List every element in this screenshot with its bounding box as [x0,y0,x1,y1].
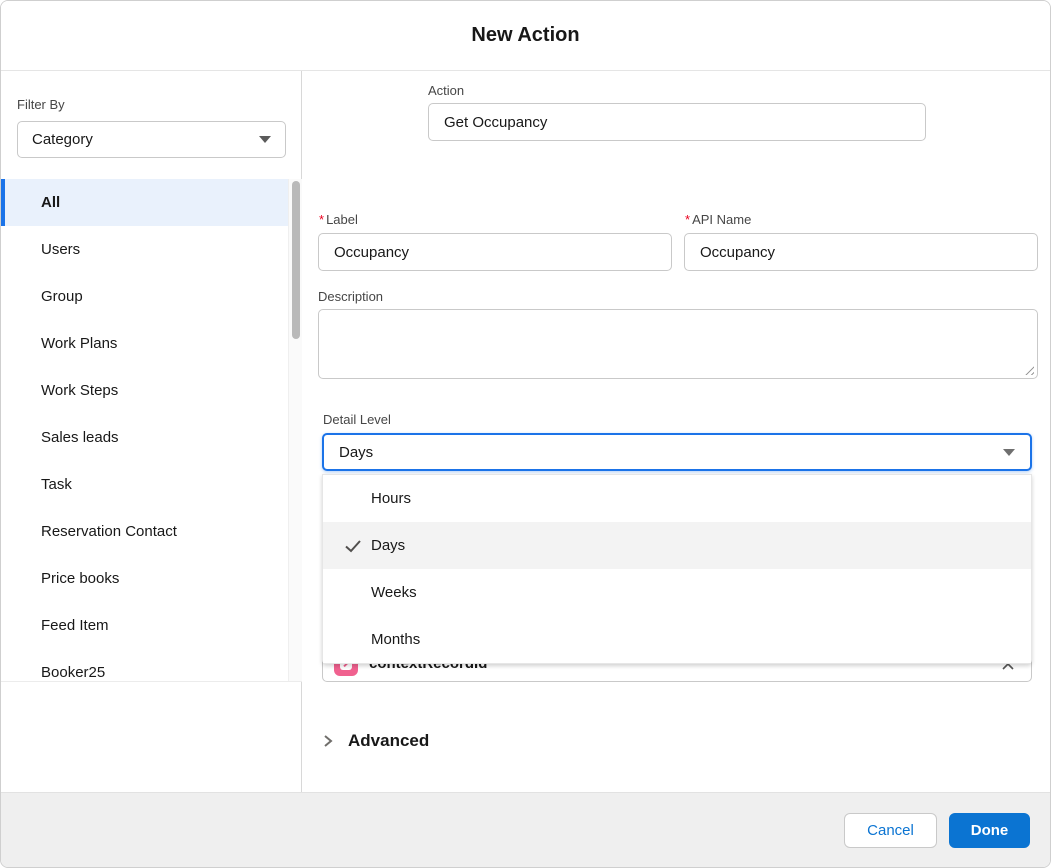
category-item-booker25[interactable]: Booker25 [1,649,288,681]
modal-body: Filter By Category All Users Group Work … [1,71,1051,794]
category-sidebar: Filter By Category All Users Group Work … [1,71,302,794]
category-item-all[interactable]: All [1,179,288,226]
category-dropdown-value: Category [32,131,259,148]
sidebar-scrollbar[interactable] [288,179,302,681]
scrollbar-thumb[interactable] [292,181,300,339]
done-button[interactable]: Done [949,813,1030,848]
dropdown-option-days[interactable]: Days [323,522,1031,569]
option-label: Weeks [371,584,417,601]
api-name-field-label-text: API Name [692,212,751,227]
advanced-section-toggle[interactable]: Advanced [318,727,429,755]
required-asterisk: * [319,212,324,227]
chevron-down-icon [259,136,271,143]
label-field-label: *Label [319,212,358,227]
modal-header: New Action [1,1,1050,71]
description-field-label: Description [318,289,383,304]
advanced-section-label: Advanced [348,731,429,751]
category-item-group[interactable]: Group [1,273,288,320]
detail-level-combobox[interactable]: Days [322,433,1032,471]
dropdown-option-months[interactable]: Months [323,616,1031,663]
category-item-work-steps[interactable]: Work Steps [1,367,288,414]
label-input[interactable] [318,233,672,271]
description-textarea[interactable] [318,309,1038,379]
cancel-button[interactable]: Cancel [844,813,937,848]
option-label: Days [371,537,405,554]
new-action-modal: New Action Filter By Category All Users … [0,0,1051,868]
action-input[interactable] [428,103,926,141]
category-list: All Users Group Work Plans Work Steps Sa… [1,179,288,681]
category-item-work-plans[interactable]: Work Plans [1,320,288,367]
required-asterisk: * [685,212,690,227]
api-name-field-label: *API Name [685,212,751,227]
option-label: Hours [371,490,411,507]
checkmark-icon [343,536,363,560]
category-item-feed-item[interactable]: Feed Item [1,602,288,649]
chevron-down-icon [1003,449,1015,456]
modal-footer: Cancel Done [1,792,1050,867]
category-dropdown[interactable]: Category [17,121,286,158]
option-label: Months [371,631,420,648]
api-name-input[interactable] [684,233,1038,271]
category-item-users[interactable]: Users [1,226,288,273]
dropdown-option-weeks[interactable]: Weeks [323,569,1031,616]
chevron-right-icon [320,734,334,748]
category-item-reservation-contact[interactable]: Reservation Contact [1,508,288,555]
category-item-price-books[interactable]: Price books [1,555,288,602]
dropdown-option-hours[interactable]: Hours [323,475,1031,522]
action-form: Action *Label *API Name Description Deta… [302,71,1051,794]
detail-level-dropdown-menu: Hours Days Weeks Months [322,474,1032,664]
detail-level-field-label: Detail Level [323,412,391,427]
category-item-task[interactable]: Task [1,461,288,508]
modal-title: New Action [471,24,579,47]
label-field-label-text: Label [326,212,358,227]
action-field-label: Action [428,83,464,98]
filter-by-label: Filter By [17,97,65,112]
detail-level-value: Days [339,444,1003,461]
list-divider [1,681,302,682]
category-item-sales-leads[interactable]: Sales leads [1,414,288,461]
